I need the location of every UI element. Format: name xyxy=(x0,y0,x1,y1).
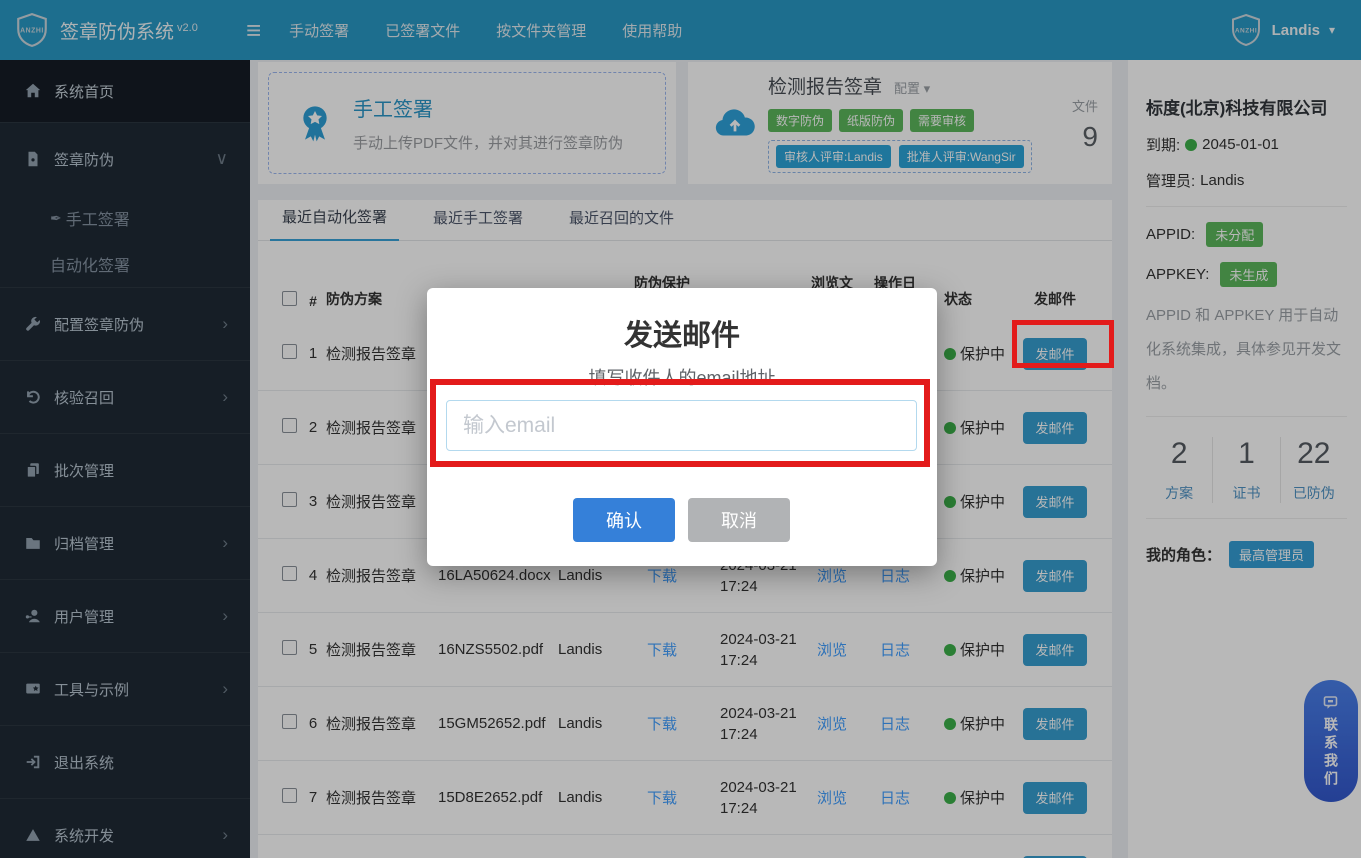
confirm-button[interactable]: 确认 xyxy=(573,498,675,542)
send-email-modal: 发送邮件 填写收件人的email地址 确认 取消 xyxy=(427,288,937,566)
cancel-button[interactable]: 取消 xyxy=(688,498,790,542)
email-input[interactable] xyxy=(446,400,917,451)
modal-subtitle: 填写收件人的email地址 xyxy=(588,368,776,388)
app-window: ANZHI 签章防伪系统 v2.0 ≡ 手动签署 已签署文件 按文件夹管理 使用帮… xyxy=(0,0,1361,858)
modal-title: 发送邮件 xyxy=(623,320,740,352)
